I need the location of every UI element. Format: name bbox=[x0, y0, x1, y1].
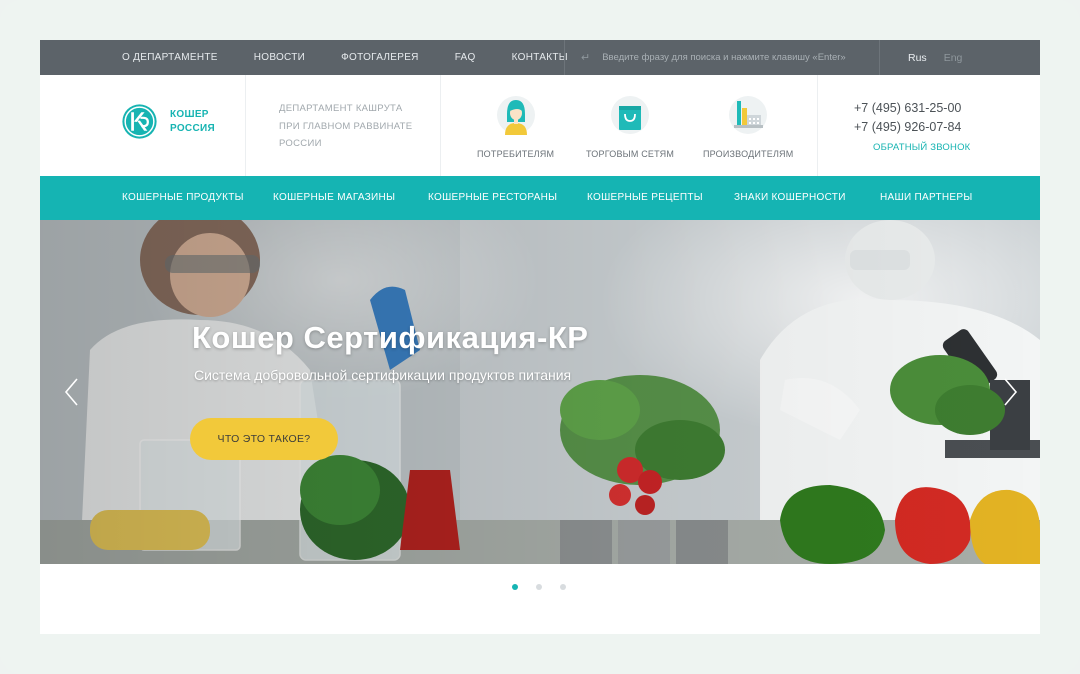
hero-subtitle: Система добровольной сертификации продук… bbox=[194, 367, 572, 383]
nav-kosher-signs[interactable]: ЗНАКИ КОШЕРНОСТИ bbox=[734, 176, 846, 220]
enter-icon: ↵ bbox=[581, 52, 591, 64]
hero-slider: Кошер Сертификация-КР Система добровольн… bbox=[40, 220, 1040, 564]
header-divider bbox=[440, 75, 441, 176]
logo-icon bbox=[122, 104, 157, 139]
category-producers[interactable]: ПРОИЗВОДИТЕЛЯМ bbox=[703, 95, 793, 159]
top-nav-about[interactable]: О ДЕПАРТАМЕНТЕ bbox=[122, 52, 218, 63]
factory-icon bbox=[729, 96, 768, 134]
top-nav-gallery[interactable]: ФОТОГАЛЕРЕЯ bbox=[341, 52, 419, 63]
logo-line-1: КОШЕР bbox=[170, 108, 209, 120]
top-bar: О ДЕПАРТАМЕНТЕ НОВОСТИ ФОТОГАЛЕРЕЯ FAQ К… bbox=[40, 40, 1040, 75]
slider-pagination bbox=[512, 584, 584, 590]
callback-link[interactable]: ОБРАТНЫЙ ЗВОНОК bbox=[873, 142, 970, 153]
dept-line-3: РОССИИ bbox=[279, 138, 322, 149]
slider-dot-3[interactable] bbox=[560, 584, 566, 590]
phones: +7 (495) 631-25-00 +7 (495) 926-07-84 bbox=[854, 99, 961, 137]
search-box: ↵ bbox=[564, 40, 880, 75]
category-producers-label: ПРОИЗВОДИТЕЛЯМ bbox=[703, 149, 794, 159]
slider-next-arrow[interactable] bbox=[1000, 375, 1020, 409]
top-nav-news[interactable]: НОВОСТИ bbox=[254, 52, 305, 63]
nav-kosher-recipes[interactable]: КОШЕРНЫЕ РЕЦЕПТЫ bbox=[587, 176, 703, 220]
what-is-it-button[interactable]: ЧТО ЭТО ТАКОЕ? bbox=[190, 418, 338, 460]
slider-prev-arrow[interactable] bbox=[62, 375, 82, 409]
department-text: ДЕПАРТАМЕНТ КАШРУТА ПРИ ГЛАВНОМ РАВВИНАТ… bbox=[279, 100, 429, 153]
logo[interactable]: КОШЕР РОССИЯ bbox=[121, 103, 215, 140]
lang-rus[interactable]: Rus bbox=[908, 52, 927, 64]
nav-kosher-restaurants[interactable]: КОШЕРНЫЕ РЕСТОРАНЫ bbox=[428, 176, 557, 220]
phone-2[interactable]: +7 (495) 926-07-84 bbox=[854, 118, 961, 137]
header: КОШЕР РОССИЯ ДЕПАРТАМЕНТ КАШРУТА ПРИ ГЛА… bbox=[40, 75, 1040, 176]
search-input[interactable] bbox=[602, 52, 873, 63]
nav-partners[interactable]: НАШИ ПАРТНЕРЫ bbox=[880, 176, 973, 220]
top-nav-contacts[interactable]: КОНТАКТЫ bbox=[512, 52, 568, 63]
logo-line-2: РОССИЯ bbox=[170, 122, 215, 134]
top-nav-faq[interactable]: FAQ bbox=[455, 52, 476, 63]
category-retail-label: ТОРГОВЫМ СЕТЯМ bbox=[586, 149, 675, 159]
shopping-bag-icon bbox=[611, 96, 650, 134]
category-retail[interactable]: ТОРГОВЫМ СЕТЯМ bbox=[586, 95, 674, 159]
header-divider bbox=[817, 75, 818, 176]
dept-line-1: ДЕПАРТАМЕНТ КАШРУТА bbox=[279, 103, 403, 114]
main-nav: КОШЕРНЫЕ ПРОДУКТЫ КОШЕРНЫЕ МАГАЗИНЫ КОШЕ… bbox=[40, 176, 1040, 220]
hero-title: Кошер Сертификация-КР bbox=[192, 320, 589, 355]
top-nav: О ДЕПАРТАМЕНТЕ НОВОСТИ ФОТОГАЛЕРЕЯ FAQ К… bbox=[122, 40, 604, 75]
slider-dot-1[interactable] bbox=[512, 584, 518, 590]
header-divider bbox=[245, 75, 246, 176]
slider-dot-2[interactable] bbox=[536, 584, 542, 590]
category-consumers[interactable]: ПОТРЕБИТЕЛЯМ bbox=[477, 95, 554, 159]
language-switcher: Rus Eng bbox=[908, 40, 962, 75]
hero-background-image bbox=[40, 220, 1040, 564]
nav-kosher-shops[interactable]: КОШЕРНЫЕ МАГАЗИНЫ bbox=[273, 176, 395, 220]
consumer-icon bbox=[496, 96, 535, 135]
logo-text: КОШЕР РОССИЯ bbox=[170, 108, 215, 136]
phone-1[interactable]: +7 (495) 631-25-00 bbox=[854, 99, 961, 118]
lang-eng[interactable]: Eng bbox=[944, 52, 963, 64]
category-consumers-label: ПОТРЕБИТЕЛЯМ bbox=[477, 149, 555, 159]
website: О ДЕПАРТАМЕНТЕ НОВОСТИ ФОТОГАЛЕРЕЯ FAQ К… bbox=[40, 40, 1040, 634]
dept-line-2: ПРИ ГЛАВНОМ РАВВИНАТЕ bbox=[279, 120, 413, 132]
nav-kosher-products[interactable]: КОШЕРНЫЕ ПРОДУКТЫ bbox=[122, 176, 244, 220]
